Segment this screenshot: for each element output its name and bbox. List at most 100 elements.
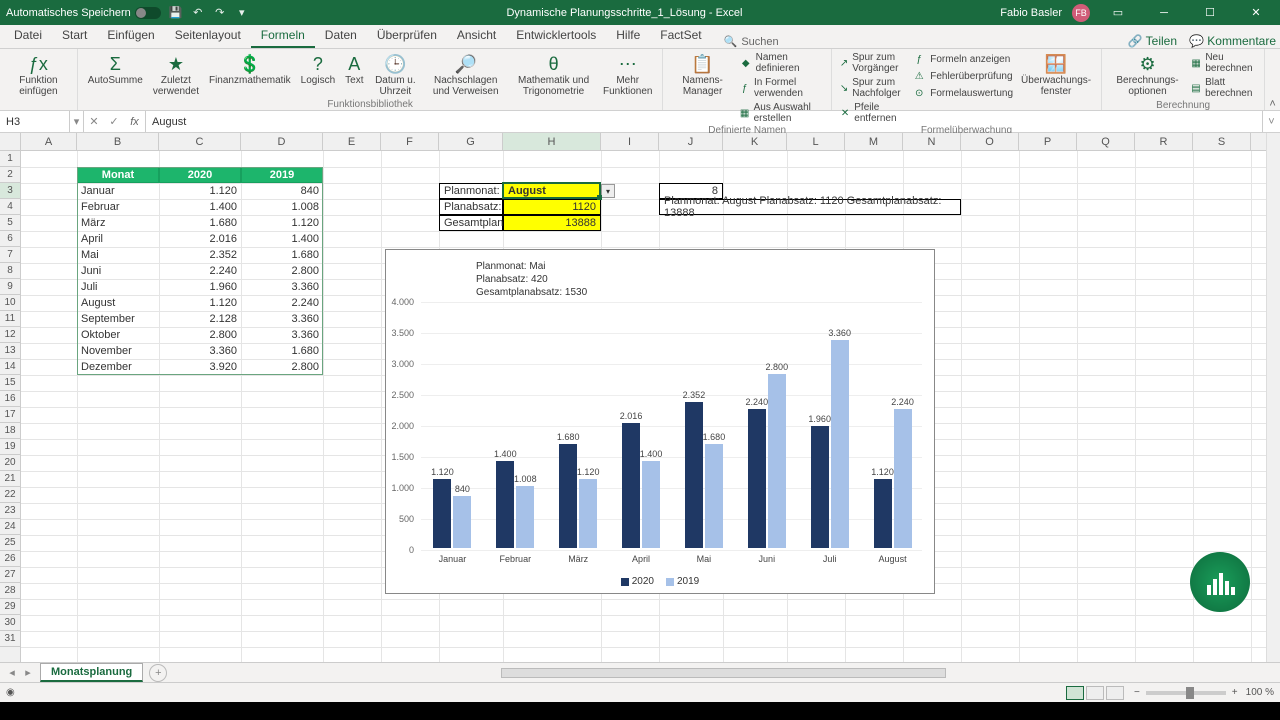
- row-header-1[interactable]: 1: [0, 151, 20, 167]
- col-header-F[interactable]: F: [381, 133, 439, 150]
- cell-B12[interactable]: Oktober: [77, 327, 159, 343]
- cell-C12[interactable]: 2.800: [159, 327, 241, 343]
- formula-expand-icon[interactable]: ˅: [1262, 111, 1280, 132]
- sheet-nav-next-icon[interactable]: ▸: [25, 666, 31, 679]
- column-headers[interactable]: ABCDEFGHIJKLMNOPQRS: [21, 133, 1266, 151]
- cell-C2[interactable]: 2020: [159, 167, 241, 183]
- formula-input[interactable]: August: [146, 111, 1262, 132]
- name-box-dropdown-icon[interactable]: ▾: [70, 111, 84, 132]
- row-header-10[interactable]: 10: [0, 295, 20, 311]
- cell-D3[interactable]: 840: [241, 183, 323, 199]
- vertical-scrollbar[interactable]: [1266, 133, 1280, 662]
- row-header-21[interactable]: 21: [0, 471, 20, 487]
- trace-dependents-button[interactable]: ↘Spur zum Nachfolger: [838, 76, 908, 100]
- row-header-4[interactable]: 4: [0, 199, 20, 215]
- autosave-toggle[interactable]: Automatisches Speichern: [6, 7, 161, 19]
- menu-tab-ansicht[interactable]: Ansicht: [447, 24, 506, 48]
- menu-tab-seitenlayout[interactable]: Seitenlayout: [165, 24, 251, 48]
- ribbon-mode-icon[interactable]: ▭: [1100, 0, 1136, 25]
- row-header-27[interactable]: 27: [0, 567, 20, 583]
- cell-B2[interactable]: Monat: [77, 167, 159, 183]
- recent-button[interactable]: ★Zuletzt verwendet: [149, 51, 203, 99]
- define-name-button[interactable]: ◆Namen definieren: [738, 51, 825, 75]
- row-header-8[interactable]: 8: [0, 263, 20, 279]
- row-header-29[interactable]: 29: [0, 599, 20, 615]
- row-headers[interactable]: 1234567891011121314151617181920212223242…: [0, 151, 21, 662]
- col-header-L[interactable]: L: [787, 133, 845, 150]
- math-button[interactable]: θMathematik und Trigonometrie: [510, 51, 597, 99]
- cell-B5[interactable]: März: [77, 215, 159, 231]
- row-header-28[interactable]: 28: [0, 583, 20, 599]
- zoom-out-button[interactable]: −: [1134, 687, 1140, 698]
- row-header-22[interactable]: 22: [0, 487, 20, 503]
- menu-tab-daten[interactable]: Daten: [315, 24, 367, 48]
- cell-C10[interactable]: 1.120: [159, 295, 241, 311]
- cell-D6[interactable]: 1.400: [241, 231, 323, 247]
- comments-button[interactable]: 💬 Kommentare: [1189, 34, 1276, 48]
- cell-H4[interactable]: 1120: [503, 199, 601, 215]
- record-macro-icon[interactable]: ◉: [6, 687, 15, 698]
- cell-G3[interactable]: Planmonat:: [439, 183, 503, 199]
- page-layout-view-button[interactable]: [1086, 686, 1104, 700]
- menu-tab-start[interactable]: Start: [52, 24, 97, 48]
- cell-D12[interactable]: 3.360: [241, 327, 323, 343]
- col-header-K[interactable]: K: [723, 133, 787, 150]
- col-header-G[interactable]: G: [439, 133, 503, 150]
- cell-B6[interactable]: April: [77, 231, 159, 247]
- zoom-slider[interactable]: [1146, 691, 1226, 695]
- search-box[interactable]: 🔍 Suchen: [724, 35, 779, 48]
- col-header-N[interactable]: N: [903, 133, 961, 150]
- row-header-25[interactable]: 25: [0, 535, 20, 551]
- row-header-24[interactable]: 24: [0, 519, 20, 535]
- insert-function-button[interactable]: ƒxFunktion einfügen: [6, 51, 71, 99]
- cell-G4[interactable]: Planabsatz:: [439, 199, 503, 215]
- menu-tab-entwicklertools[interactable]: Entwicklertools: [506, 24, 606, 48]
- save-icon[interactable]: 💾: [169, 6, 183, 20]
- menu-tab-datei[interactable]: Datei: [4, 24, 52, 48]
- row-header-7[interactable]: 7: [0, 247, 20, 263]
- logical-button[interactable]: ?Logisch: [297, 51, 339, 88]
- cell-B11[interactable]: September: [77, 311, 159, 327]
- undo-icon[interactable]: ↶: [191, 6, 205, 20]
- menu-tab-factset[interactable]: FactSet: [650, 24, 711, 48]
- use-in-formula-button[interactable]: ƒIn Formel verwenden: [738, 76, 825, 100]
- row-header-31[interactable]: 31: [0, 631, 20, 647]
- cell-B10[interactable]: August: [77, 295, 159, 311]
- row-header-17[interactable]: 17: [0, 407, 20, 423]
- calc-now-button[interactable]: ▦Neu berechnen: [1189, 51, 1258, 75]
- cell-D4[interactable]: 1.008: [241, 199, 323, 215]
- financial-button[interactable]: 💲Finanzmathematik: [205, 51, 295, 88]
- cell-H5[interactable]: 13888: [503, 215, 601, 231]
- cell-D8[interactable]: 2.800: [241, 263, 323, 279]
- cell-B9[interactable]: Juli: [77, 279, 159, 295]
- cell-B13[interactable]: November: [77, 343, 159, 359]
- fx-icon[interactable]: fx: [124, 111, 146, 132]
- minimize-icon[interactable]: ─: [1146, 0, 1182, 25]
- row-header-26[interactable]: 26: [0, 551, 20, 567]
- normal-view-button[interactable]: [1066, 686, 1084, 700]
- toggle-switch-icon[interactable]: [135, 7, 161, 19]
- row-header-11[interactable]: 11: [0, 311, 20, 327]
- trace-precedents-button[interactable]: ↗Spur zum Vorgänger: [838, 51, 908, 75]
- col-header-D[interactable]: D: [241, 133, 323, 150]
- datetime-button[interactable]: 🕒Datum u. Uhrzeit: [369, 51, 421, 99]
- cell-B7[interactable]: Mai: [77, 247, 159, 263]
- cell-C5[interactable]: 1.680: [159, 215, 241, 231]
- add-sheet-button[interactable]: +: [149, 664, 167, 682]
- cell-D5[interactable]: 1.120: [241, 215, 323, 231]
- col-header-O[interactable]: O: [961, 133, 1019, 150]
- calc-sheet-button[interactable]: ▤Blatt berechnen: [1189, 76, 1258, 100]
- row-header-9[interactable]: 9: [0, 279, 20, 295]
- row-header-20[interactable]: 20: [0, 455, 20, 471]
- row-header-23[interactable]: 23: [0, 503, 20, 519]
- cell-B8[interactable]: Juni: [77, 263, 159, 279]
- lookup-button[interactable]: 🔎Nachschlagen und Verweisen: [423, 51, 508, 99]
- cell-B4[interactable]: Februar: [77, 199, 159, 215]
- watch-window-button[interactable]: 🪟Überwachungs-fenster: [1017, 51, 1095, 99]
- horizontal-scrollbar[interactable]: [501, 668, 946, 678]
- enter-formula-icon[interactable]: ✓: [104, 111, 124, 132]
- cell-D11[interactable]: 3.360: [241, 311, 323, 327]
- dropdown-icon[interactable]: ▾: [601, 184, 615, 198]
- redo-icon[interactable]: ↷: [213, 6, 227, 20]
- cell-C11[interactable]: 2.128: [159, 311, 241, 327]
